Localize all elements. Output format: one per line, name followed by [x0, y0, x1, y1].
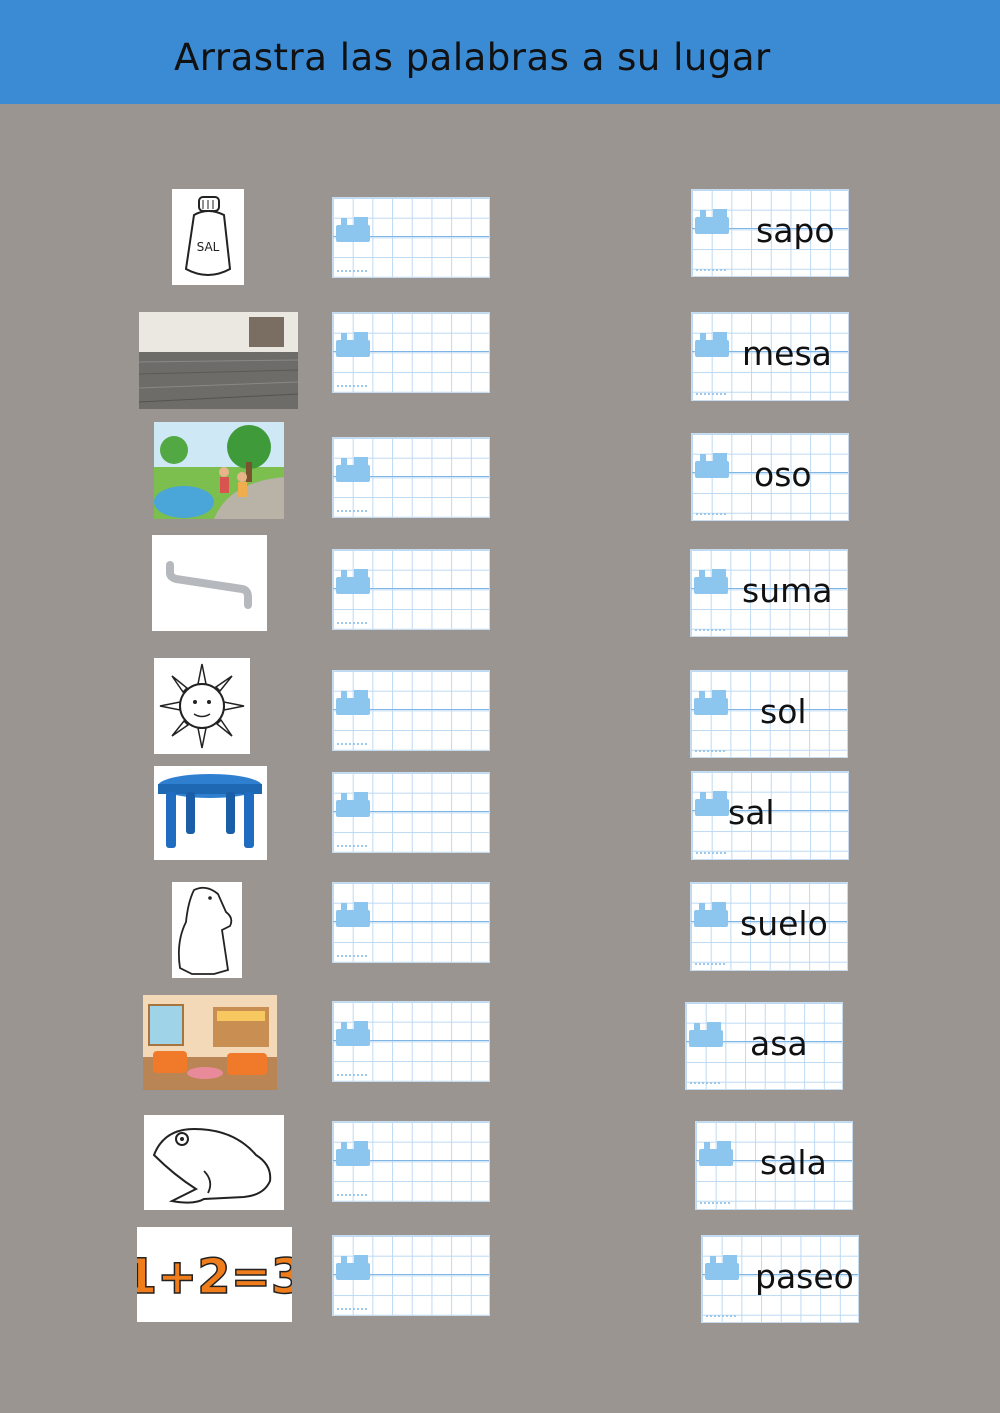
sum-text: 1+2=3: [137, 1249, 292, 1305]
train-icon: [336, 790, 374, 820]
page-title: Arrastra las palabras a su lugar: [174, 36, 771, 79]
smoke-dots: [696, 388, 726, 395]
picture-sun: [154, 658, 250, 754]
train-icon: [336, 1139, 374, 1169]
word-label[interactable]: sapo: [756, 211, 835, 250]
smoke-dots: [337, 950, 367, 957]
smoke-dots: [337, 1303, 367, 1310]
train-icon: [695, 451, 733, 481]
smoke-dots: [695, 958, 725, 965]
word-label[interactable]: sal: [728, 793, 775, 832]
drop-target-3[interactable]: [332, 437, 490, 518]
word-label[interactable]: mesa: [742, 334, 832, 373]
drop-target-5[interactable]: [332, 670, 490, 751]
word-label[interactable]: suma: [742, 571, 832, 610]
train-icon: [699, 1139, 737, 1169]
picture-frog: [144, 1115, 284, 1210]
header-bar: Arrastra las palabras a su lugar: [0, 0, 1000, 104]
drop-target-6[interactable]: [332, 772, 490, 853]
smoke-dots: [696, 264, 726, 271]
smoke-dots: [337, 1189, 367, 1196]
smoke-dots: [337, 840, 367, 847]
word-label[interactable]: suelo: [740, 904, 828, 943]
word-label[interactable]: oso: [754, 455, 812, 494]
drop-target-1[interactable]: [332, 197, 490, 278]
drop-target-2[interactable]: [332, 312, 490, 393]
smoke-dots: [337, 1069, 367, 1076]
picture-park-walk: [154, 422, 284, 519]
drop-target-7[interactable]: [332, 882, 490, 963]
smoke-dots: [337, 380, 367, 387]
picture-living-room: [143, 995, 277, 1090]
train-icon: [336, 567, 374, 597]
drop-target-8[interactable]: [332, 1001, 490, 1082]
smoke-dots: [337, 738, 367, 745]
train-icon: [336, 1253, 374, 1283]
drop-target-10[interactable]: [332, 1235, 490, 1316]
train-icon: [689, 1020, 727, 1050]
smoke-dots: [337, 265, 367, 272]
picture-handle: [152, 535, 267, 631]
train-icon: [705, 1253, 743, 1283]
train-icon: [336, 215, 374, 245]
train-icon: [336, 688, 374, 718]
train-icon: [695, 207, 733, 237]
train-icon: [694, 688, 732, 718]
smoke-dots: [337, 617, 367, 624]
smoke-dots: [696, 847, 726, 854]
salt-label: SAL: [197, 240, 220, 254]
train-icon: [336, 900, 374, 930]
word-label[interactable]: asa: [750, 1024, 808, 1063]
train-icon: [336, 455, 374, 485]
train-icon: [695, 330, 733, 360]
picture-salt-shaker: SAL: [172, 189, 244, 285]
word-label[interactable]: sol: [760, 692, 807, 731]
train-icon: [336, 1019, 374, 1049]
smoke-dots: [700, 1197, 730, 1204]
smoke-dots: [696, 508, 726, 515]
smoke-dots: [695, 624, 725, 631]
picture-math-sum: 1+2=3: [137, 1227, 292, 1322]
picture-bear: [172, 882, 242, 978]
train-icon: [336, 330, 374, 360]
smoke-dots: [690, 1077, 720, 1084]
drop-target-4[interactable]: [332, 549, 490, 630]
picture-blue-table: [154, 766, 267, 860]
train-icon: [694, 567, 732, 597]
train-icon: [694, 900, 732, 930]
drop-target-9[interactable]: [332, 1121, 490, 1202]
picture-wood-floor: [139, 312, 298, 409]
word-label[interactable]: sala: [760, 1143, 827, 1182]
word-label[interactable]: paseo: [755, 1257, 854, 1296]
smoke-dots: [337, 505, 367, 512]
smoke-dots: [695, 745, 725, 752]
smoke-dots: [706, 1310, 736, 1317]
